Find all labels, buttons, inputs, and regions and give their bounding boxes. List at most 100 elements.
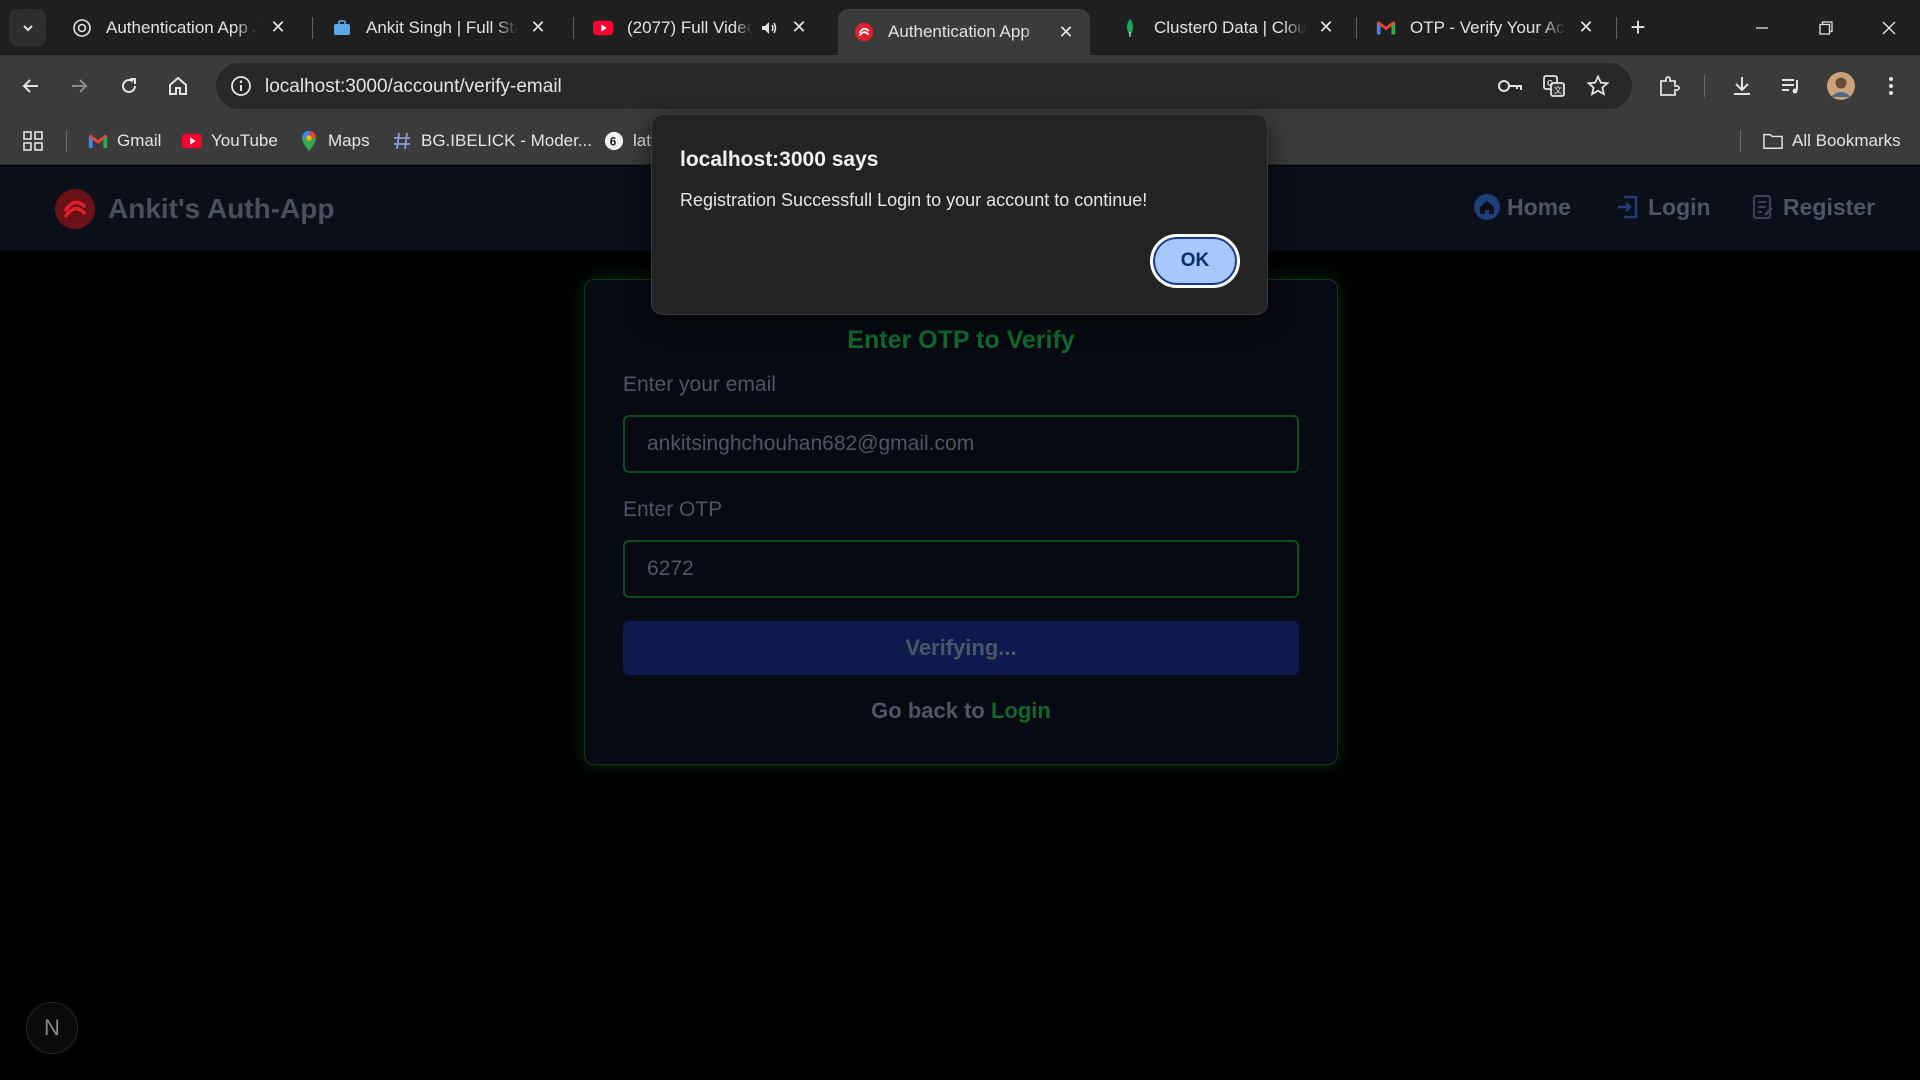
puzzle-icon: [1660, 76, 1680, 96]
tab-title: Authentication App: [888, 22, 1030, 41]
close-icon[interactable]: ✕: [528, 17, 548, 38]
minimize-icon: [1756, 26, 1768, 29]
nav-register[interactable]: Register: [1749, 193, 1875, 221]
restore-icon: [1819, 20, 1833, 35]
bookmark-maps[interactable]: Maps: [299, 129, 370, 153]
bookmark-gmail[interactable]: Gmail: [88, 129, 161, 153]
password-key-icon[interactable]: [1494, 70, 1526, 102]
bookmark-label: lat: [633, 131, 651, 150]
tab-title: (2077) Full Video: (: [627, 17, 753, 37]
extensions-button[interactable]: [1653, 70, 1685, 102]
tab-cluster0-data[interactable]: Cluster0 Data | Cloud ✕: [1104, 9, 1350, 46]
tab-strip: Authentication App JS ✕ Ankit Singh | Fu…: [0, 0, 1920, 55]
close-window-button[interactable]: [1858, 0, 1920, 55]
all-bookmarks-button[interactable]: All Bookmarks: [1763, 129, 1901, 153]
svg-text:6: 6: [610, 135, 617, 149]
login-icon: [1614, 193, 1642, 221]
download-icon: [1734, 77, 1750, 95]
tab-title: Ankit Singh | Full Stack: [366, 17, 518, 37]
close-icon: [1882, 21, 1896, 34]
close-icon[interactable]: ✕: [1056, 22, 1076, 42]
close-icon[interactable]: ✕: [1576, 17, 1596, 38]
svg-text:文: 文: [1554, 85, 1562, 95]
brand-link[interactable]: Ankit's Auth-App: [54, 188, 334, 230]
folder-icon: [1763, 131, 1783, 151]
arrow-left-icon: [22, 79, 38, 93]
tab-ankit-singh[interactable]: Ankit Singh | Full Stack ✕: [316, 9, 562, 46]
toolbar-divider: [1704, 75, 1705, 97]
home-button[interactable]: [162, 70, 194, 102]
verify-otp-card: Enter OTP to Verify Enter your email Ent…: [584, 279, 1338, 765]
profile-avatar[interactable]: [1825, 70, 1857, 102]
mongodb-leaf-icon: [1120, 18, 1140, 38]
playlist-music-icon: [1782, 79, 1798, 94]
tab-separator: [312, 17, 313, 39]
register-icon: [1749, 193, 1777, 221]
tab-otp-verify[interactable]: OTP - Verify Your Acco ✕: [1360, 9, 1610, 46]
bookmark-star-icon[interactable]: [1582, 70, 1614, 102]
site-info-icon[interactable]: [230, 75, 252, 102]
translate-icon[interactable]: G文: [1538, 70, 1570, 102]
login-link[interactable]: Login: [991, 698, 1051, 723]
nav-register-label: Register: [1783, 193, 1876, 220]
downloads-button[interactable]: [1726, 70, 1758, 102]
nextjs-dev-badge[interactable]: N: [26, 1002, 78, 1054]
otp-field[interactable]: [623, 540, 1299, 598]
bookmark-label: Gmail: [117, 131, 162, 150]
card-title: Enter OTP to Verify: [847, 326, 1075, 354]
dialog-message: Registration Successfull Login to your a…: [680, 190, 1148, 210]
bookmark-youtube[interactable]: YouTube: [182, 129, 278, 153]
tab-separator: [573, 17, 574, 39]
forward-button[interactable]: [63, 70, 95, 102]
bookmark-bg-ibelick[interactable]: BG.IBELICK - Moder...: [392, 129, 592, 153]
media-controls-button[interactable]: [1775, 70, 1807, 102]
email-field[interactable]: [623, 415, 1299, 473]
address-url: localhost:3000/account/verify-email: [265, 76, 562, 97]
menu-button[interactable]: [1875, 70, 1907, 102]
home-icon: [169, 76, 187, 95]
apps-grid-icon: [23, 131, 43, 151]
dialog-ok-button[interactable]: OK: [1150, 234, 1240, 288]
nav-home[interactable]: Home: [1473, 193, 1571, 221]
browser-toolbar: localhost:3000/account/verify-email G文: [0, 55, 1920, 117]
close-icon[interactable]: ✕: [268, 17, 288, 38]
close-icon[interactable]: ✕: [1316, 17, 1336, 38]
tab-authentication-app-js[interactable]: Authentication App JS ✕: [56, 9, 302, 46]
go-back-text: Go back to Login: [585, 698, 1337, 724]
avatar-icon: [1827, 72, 1855, 100]
gmail-icon: [1376, 18, 1396, 38]
tab-authentication-app-active[interactable]: Authentication App ✕: [838, 9, 1090, 55]
restore-button[interactable]: [1795, 0, 1857, 55]
openai-icon: [72, 18, 92, 38]
nav-login[interactable]: Login: [1614, 193, 1711, 221]
six-icon: 6: [604, 131, 624, 151]
tab-separator: [1356, 17, 1357, 39]
email-label: Enter your email: [623, 373, 776, 396]
verify-button[interactable]: Verifying...: [623, 621, 1299, 675]
briefcase-icon: [332, 18, 352, 38]
nav-home-label: Home: [1507, 193, 1571, 220]
tab-title: Authentication App JS: [106, 17, 258, 37]
tab-search-button[interactable]: [9, 9, 46, 46]
youtube-icon: [593, 18, 613, 38]
gmail-icon: [88, 131, 108, 151]
bookmark-lat[interactable]: 6 lat: [604, 129, 651, 153]
address-bar[interactable]: localhost:3000/account/verify-email G文: [216, 63, 1632, 109]
tab-youtube-video[interactable]: (2077) Full Video: ( ✕: [577, 9, 823, 46]
reload-button[interactable]: [113, 70, 145, 102]
maps-pin-icon: [299, 131, 319, 151]
tab-title: OTP - Verify Your Acco: [1410, 17, 1566, 37]
kebab-menu-icon: [1889, 77, 1893, 95]
speaker-icon[interactable]: [759, 18, 779, 38]
home-icon: [1473, 193, 1501, 221]
all-bookmarks-label: All Bookmarks: [1792, 131, 1901, 150]
minimize-button[interactable]: [1731, 0, 1793, 55]
auth-app-icon: [854, 22, 874, 42]
new-tab-button[interactable]: +: [1623, 12, 1653, 42]
youtube-icon: [182, 131, 202, 151]
close-icon[interactable]: ✕: [789, 17, 809, 38]
apps-button[interactable]: [22, 129, 44, 153]
back-button[interactable]: [15, 70, 47, 102]
tab-separator: [1616, 17, 1617, 39]
otp-label: Enter OTP: [623, 498, 723, 521]
